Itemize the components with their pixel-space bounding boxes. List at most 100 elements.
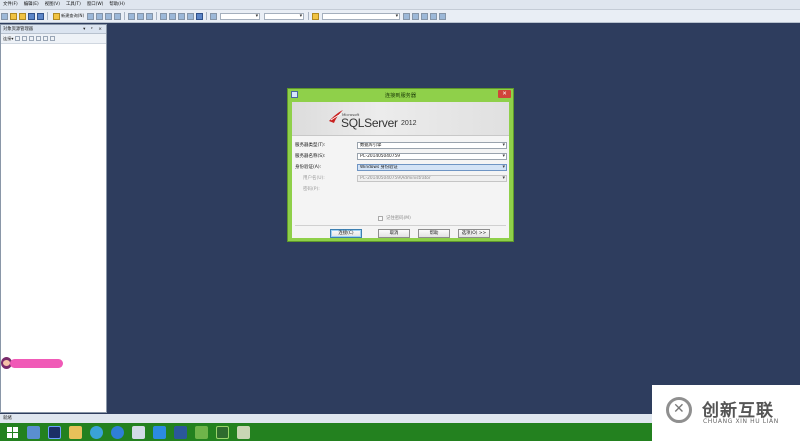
connect-object-icon[interactable] — [15, 36, 21, 41]
chevron-down-icon: ▾ — [502, 152, 505, 159]
disconnect-icon[interactable] — [22, 36, 28, 41]
server-name-combo[interactable]: PC-201405040759 ▾ — [357, 152, 507, 160]
password-label: 密码(P): — [303, 187, 320, 192]
cancel-button[interactable]: 取消 — [378, 229, 410, 238]
ssms-taskbar-icon[interactable] — [237, 425, 250, 439]
mdx-query-icon[interactable] — [105, 12, 113, 20]
photoshop-icon[interactable] — [48, 425, 61, 439]
username-value: PC-201405040759\Administrator — [360, 175, 431, 181]
baidu-icon[interactable] — [153, 425, 166, 439]
cut-icon[interactable] — [128, 12, 136, 20]
connect-button[interactable]: 连接(C) — [330, 229, 362, 238]
undo-icon[interactable] — [160, 12, 168, 20]
checkbox-box — [378, 215, 383, 221]
authentication-value: Windows 身份验证 — [360, 164, 398, 170]
menu-window[interactable]: 窗口(W) — [84, 0, 107, 9]
file-explorer-icon[interactable] — [69, 425, 82, 439]
close-button[interactable]: ✕ — [498, 90, 511, 98]
toolbar-separator — [124, 12, 126, 20]
toolbox-icon[interactable] — [421, 12, 429, 20]
copy-icon[interactable] — [137, 12, 145, 20]
app-icon[interactable] — [195, 425, 208, 439]
start-icon[interactable] — [210, 12, 218, 20]
ssms-app-icon — [291, 91, 298, 98]
help-button[interactable]: 帮助 — [418, 229, 450, 238]
add-item-icon[interactable] — [10, 12, 17, 20]
properties-icon[interactable] — [412, 12, 420, 20]
mascot-widget[interactable] — [0, 356, 64, 371]
menu-file[interactable]: 文件(F) — [0, 0, 21, 9]
database-engine-query-icon[interactable] — [87, 12, 95, 20]
authentication-select[interactable]: Windows 身份验证 ▾ — [357, 163, 507, 171]
save-icon[interactable] — [28, 12, 35, 20]
object-explorer-title-bar: 对象资源管理器 ▾ ᵖ × — [1, 25, 106, 34]
template-explorer-icon[interactable] — [439, 12, 447, 20]
menu-edit[interactable]: 编辑(E) — [21, 0, 42, 9]
navigate-back-icon[interactable] — [178, 12, 186, 20]
user-folder-icon[interactable] — [27, 425, 40, 439]
menu-bar: 文件(F) 编辑(E) 视图(V) 工具(T) 窗口(W) 帮助(H) — [0, 0, 800, 10]
platform-combo[interactable] — [264, 12, 305, 20]
mascot-bubble — [10, 359, 63, 368]
redo-icon[interactable] — [169, 12, 177, 20]
find-in-files-icon[interactable] — [312, 12, 320, 20]
object-explorer-icon[interactable] — [430, 12, 438, 20]
toolbar-separator — [47, 12, 48, 20]
analysis-query-icon[interactable] — [96, 12, 104, 20]
word-icon[interactable] — [174, 425, 187, 439]
standard-toolbar: 新建查询(N) — [0, 10, 800, 23]
internet-explorer-icon[interactable] — [111, 425, 124, 439]
new-query-icon — [53, 12, 60, 20]
start-windows-icon[interactable] — [6, 426, 19, 439]
filter-icon[interactable] — [36, 36, 42, 41]
solution-config-combo[interactable] — [220, 12, 261, 20]
navigate-forward-icon[interactable] — [187, 12, 195, 20]
find-combo[interactable] — [322, 12, 401, 20]
remember-password-checkbox: 记住密码(M) — [378, 215, 411, 221]
object-explorer-panel: 对象资源管理器 ▾ ᵖ × 连接▾ — [0, 24, 107, 413]
dreamweaver-icon[interactable] — [216, 425, 229, 439]
save-all-icon[interactable] — [37, 12, 44, 20]
solution-explorer-icon[interactable] — [403, 12, 411, 20]
product-name: SQLServer — [341, 116, 398, 130]
watermark-logo: 创新互联 CHUANG XIN HU LIAN — [652, 385, 800, 441]
sql-server-banner: Microsoft SQLServer 2012 — [292, 102, 509, 136]
toolbar-separator — [308, 12, 310, 20]
connect-dropdown[interactable]: 连接▾ — [3, 36, 13, 42]
username-row: 用户名(U): PC-201405040759\Administrator ▾ — [295, 174, 507, 182]
dialog-body: Microsoft SQLServer 2012 服务器类型(T): 数据库引擎… — [292, 102, 509, 238]
authentication-label: 身份验证(A): — [295, 165, 322, 170]
watermark-en-text: CHUANG XIN HU LIAN — [703, 418, 779, 425]
paste-icon[interactable] — [146, 12, 154, 20]
server-name-label: 服务器名称(S): — [295, 154, 326, 159]
product-version: 2012 — [401, 120, 417, 127]
connect-to-server-dialog: 连接到服务器 ✕ Microsoft SQLServer 2012 服务器类型(… — [287, 88, 514, 242]
server-type-select[interactable]: 数据库引擎 ▾ — [357, 141, 507, 149]
refresh-icon[interactable] — [43, 36, 49, 41]
panel-pin-close-icons[interactable]: ▾ ᵖ × — [83, 27, 104, 32]
menu-view[interactable]: 视图(V) — [42, 0, 63, 9]
new-project-icon[interactable] — [1, 12, 8, 20]
media-player-icon[interactable] — [132, 425, 145, 439]
server-name-value: PC-201405040759 — [360, 153, 400, 159]
stop-icon[interactable] — [29, 36, 35, 41]
username-label: 用户名(U): — [303, 176, 325, 181]
open-file-icon[interactable] — [19, 12, 26, 20]
toolbar-separator — [206, 12, 208, 20]
authentication-row: 身份验证(A): Windows 身份验证 ▾ — [295, 163, 507, 171]
dialog-title: 连接到服务器 — [384, 92, 417, 99]
xmla-query-icon[interactable] — [114, 12, 122, 20]
password-row: 密码(P): — [295, 185, 507, 193]
button-separator — [295, 225, 506, 226]
menu-help[interactable]: 帮助(H) — [106, 0, 128, 9]
dialog-title-bar[interactable]: 连接到服务器 ✕ — [288, 89, 513, 101]
menu-tools[interactable]: 工具(T) — [63, 0, 84, 9]
server-type-label: 服务器类型(T): — [295, 143, 326, 148]
options-button[interactable]: 选项(O) >> — [458, 229, 490, 238]
debug-icon[interactable] — [196, 12, 204, 20]
sync-icon[interactable] — [50, 36, 56, 41]
browser-icon[interactable] — [90, 425, 103, 439]
toolbar-separator — [156, 12, 158, 20]
remember-password-label: 记住密码(M) — [386, 216, 411, 221]
new-query-button[interactable]: 新建查询(N) — [50, 12, 86, 20]
